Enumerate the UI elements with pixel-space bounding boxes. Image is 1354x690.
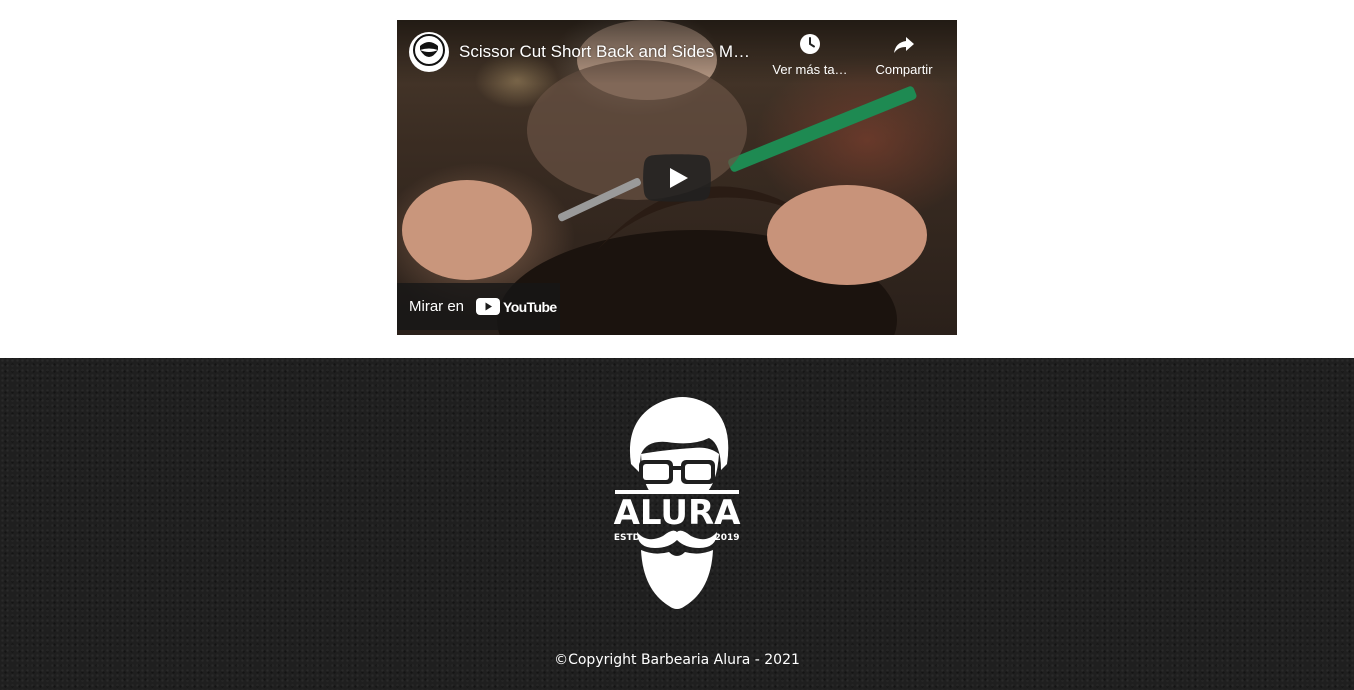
copyright-text: ©Copyright Barbearia Alura - 2021 (554, 652, 800, 668)
channel-avatar[interactable] (409, 32, 449, 72)
youtube-embed[interactable]: Scissor Cut Short Back and Sides M… Ver … (397, 20, 957, 335)
share-label: Compartir (875, 62, 933, 77)
watch-on-label: Mirar en (409, 298, 465, 315)
play-button[interactable] (643, 154, 711, 202)
youtube-logo-icon: YouTube (476, 298, 557, 315)
watch-later-button[interactable]: Ver más ta… (765, 32, 855, 77)
footer: ALURA ESTD 2019 ©Copyright Barbearia Alu… (0, 358, 1354, 690)
logo-estd-text: ESTD (614, 533, 640, 543)
share-button[interactable]: Compartir (859, 32, 949, 77)
watch-on-youtube-link[interactable]: Mirar en YouTube (397, 283, 560, 330)
watch-later-label: Ver más ta… (772, 62, 848, 77)
content-area: Scissor Cut Short Back and Sides M… Ver … (0, 0, 1354, 358)
logo-brand-text: ALURA (614, 493, 741, 533)
logo-year-text: 2019 (714, 533, 739, 543)
clock-icon (798, 32, 822, 56)
youtube-wordmark: YouTube (503, 298, 557, 315)
video-title[interactable]: Scissor Cut Short Back and Sides M… (459, 42, 759, 62)
share-arrow-icon (892, 32, 916, 56)
beard-avatar-icon (413, 33, 445, 71)
barber-logo: ALURA ESTD 2019 (613, 394, 741, 612)
play-icon (643, 154, 711, 206)
